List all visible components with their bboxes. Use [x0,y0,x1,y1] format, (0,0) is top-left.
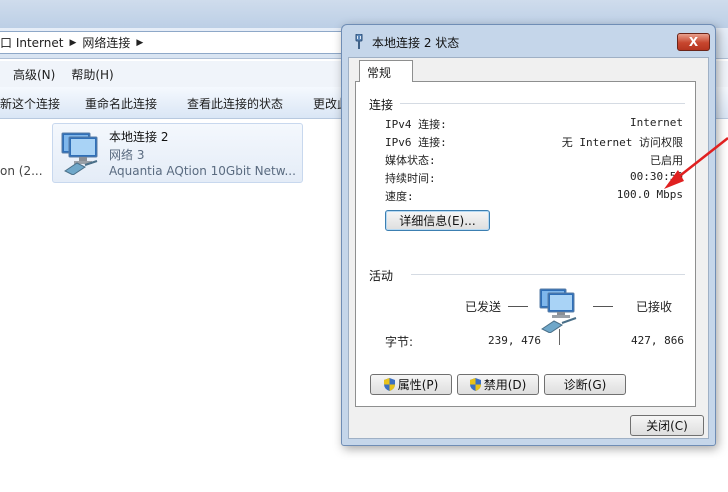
tab-general[interactable]: 常规 [359,60,413,82]
uac-shield-icon [383,378,395,391]
connection-tile-local-2[interactable]: 本地连接 2 网络 3 Aquantia AQtion 10Gbit Netw.… [52,123,303,183]
properties-button[interactable]: 属性(P) [370,374,452,395]
received-dash [593,306,613,307]
bytes-label: 字节: [385,335,414,349]
sent-dash [508,306,528,307]
activity-group-heading: 活动 [369,267,394,284]
duration-label: 持续时间: [385,172,436,185]
breadcrumb-item-internet[interactable]: 口 Internet [0,34,63,51]
breadcrumb-chevron-icon[interactable]: ▶ [69,38,76,48]
network-plug-icon [355,34,363,49]
received-label: 已接收 [636,300,673,314]
connection-group-heading: 连接 [369,96,394,113]
dialog-close-text-button[interactable]: 关闭(C) [630,415,704,436]
speed-value: 100.0 Mbps [616,188,683,201]
dialog-title: 本地连接 2 状态 [372,36,460,50]
speed-label: 速度: [385,190,414,203]
breadcrumb-item-network-connections[interactable]: 网络连接 [82,34,130,51]
network-activity-icon [539,288,577,333]
connection-group-divider [400,103,685,104]
ipv4-value: Internet [630,116,683,129]
general-tab-panel: 连接 IPv4 连接: Internet IPv6 连接: 无 Internet… [355,81,696,407]
status-dialog: 本地连接 2 状态 X 常规 连接 IPv4 连接: Internet IPv6… [341,24,716,446]
bytes-received-value: 427, 866 [631,334,684,347]
command-bridge-connection[interactable]: 新这个连接 [0,95,60,112]
uac-shield-icon [469,378,481,391]
ipv4-label: IPv4 连接: [385,118,447,131]
media-state-label: 媒体状态: [385,154,436,167]
connection-name: 本地连接 2 [109,130,169,144]
connection-label-fragment[interactable]: on (2... [0,164,43,178]
breadcrumb-chevron-icon[interactable]: ▶ [136,38,143,48]
bytes-sent-value: 239, 476 [488,334,541,347]
details-button[interactable]: 详细信息(E)... [385,210,490,231]
menu-advanced[interactable]: 高级(N) [13,66,55,83]
connection-adapter: Aquantia AQtion 10Gbit Netw... [109,164,296,178]
close-icon: X [688,35,699,49]
menu-help[interactable]: 帮助(H) [71,66,113,83]
dialog-body: 常规 连接 IPv4 连接: Internet IPv6 连接: 无 Inter… [348,57,709,439]
activity-group-divider [411,274,685,275]
disable-button[interactable]: 禁用(D) [457,374,539,395]
activity-divider [559,329,560,345]
command-rename-connection[interactable]: 重命名此连接 [85,95,157,112]
breadcrumb[interactable]: 口 Internet ▶ 网络连接 ▶ [0,31,345,54]
command-view-status[interactable]: 查看此连接的状态 [187,95,283,112]
media-state-value: 已启用 [650,154,683,167]
properties-button-label: 属性(P) [397,378,439,392]
dialog-close-button[interactable]: X [677,33,710,51]
diagnose-button[interactable]: 诊断(G) [544,374,626,395]
sent-label: 已发送 [465,300,502,314]
ipv6-label: IPv6 连接: [385,136,447,149]
network-adapter-icon [61,132,98,175]
connection-network: 网络 3 [109,148,145,162]
duration-value: 00:30:50 [630,170,683,183]
ipv6-value: 无 Internet 访问权限 [561,136,683,149]
disable-button-label: 禁用(D) [483,378,527,392]
